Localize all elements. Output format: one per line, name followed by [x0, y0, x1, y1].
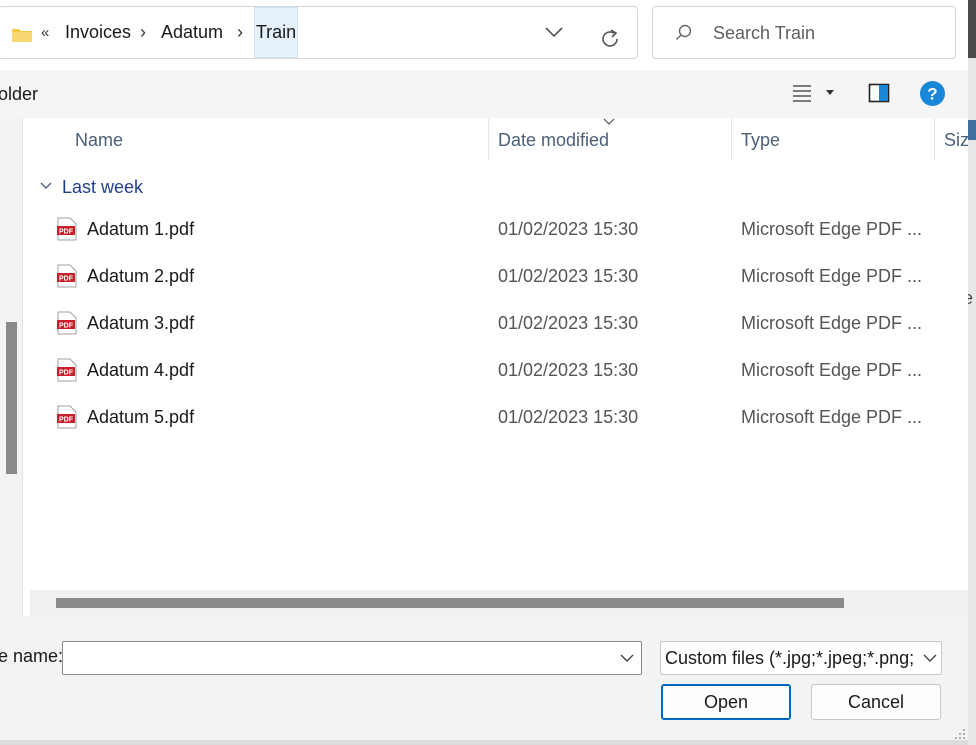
search-icon	[676, 24, 692, 40]
svg-text:PDF: PDF	[59, 276, 74, 283]
file-type: Microsoft Edge PDF ...	[741, 219, 923, 239]
window-edge	[968, 0, 976, 745]
breadcrumb-adatum[interactable]: Adatum	[161, 7, 223, 58]
breadcrumb-separator[interactable]: ›	[237, 7, 243, 58]
chevron-down-icon[interactable]	[544, 25, 564, 39]
command-bar: older	[0, 70, 968, 118]
file-date: 01/02/2023 15:30	[498, 266, 639, 286]
refresh-icon[interactable]	[599, 28, 621, 50]
file-name-input[interactable]	[62, 641, 642, 675]
cancel-button[interactable]: Cancel	[811, 684, 941, 720]
file-type: Microsoft Edge PDF ...	[741, 266, 923, 286]
pdf-file-icon: PDF	[57, 358, 77, 382]
file-type: Microsoft Edge PDF ...	[741, 313, 923, 333]
file-list: Name Date modified Type Siz Last week PD…	[30, 118, 968, 590]
file-row[interactable]: PDF Adatum 4.pdf 01/02/2023 15:30 Micros…	[30, 347, 968, 394]
column-header-date[interactable]: Date modified	[498, 118, 609, 160]
svg-text:PDF: PDF	[59, 323, 74, 330]
column-header-name[interactable]: Name	[75, 118, 123, 160]
window-bottom-border	[0, 740, 968, 745]
breadcrumb-train[interactable]: Train	[254, 7, 298, 58]
group-header[interactable]: Last week	[40, 176, 143, 198]
pdf-file-icon: PDF	[57, 264, 77, 288]
file-type: Microsoft Edge PDF ...	[741, 407, 923, 427]
file-date: 01/02/2023 15:30	[498, 219, 639, 239]
pdf-file-icon: PDF	[57, 311, 77, 335]
file-date: 01/02/2023 15:30	[498, 313, 639, 333]
group-label: Last week	[62, 177, 144, 197]
file-name: Adatum 1.pdf	[87, 219, 195, 239]
breadcrumb-invoices[interactable]: Invoices	[65, 7, 131, 58]
file-name-label: e name:	[0, 646, 64, 666]
column-separator[interactable]	[934, 118, 935, 160]
file-type-filter-select[interactable]: Custom files (*.jpg;*.jpeg;*.png;	[660, 641, 942, 675]
file-row[interactable]: PDF Adatum 3.pdf 01/02/2023 15:30 Micros…	[30, 300, 968, 347]
file-row[interactable]: PDF Adatum 5.pdf 01/02/2023 15:30 Micros…	[30, 394, 968, 441]
folder-icon	[12, 29, 32, 42]
column-header-size[interactable]: Siz	[944, 118, 968, 160]
address-bar[interactable]: « Invoices › Adatum › Train	[0, 6, 638, 59]
resize-grip-icon[interactable]	[954, 728, 966, 740]
file-name: Adatum 5.pdf	[87, 407, 195, 427]
caret-down-icon[interactable]	[825, 89, 835, 97]
navigation-scrollbar-thumb[interactable]	[6, 322, 17, 474]
pane-divider[interactable]	[22, 118, 30, 616]
pdf-file-icon: PDF	[57, 217, 77, 241]
file-name: Adatum 3.pdf	[87, 313, 195, 333]
dialog-footer: e name: Custom files (*.jpg;*.jpeg;*.png…	[0, 616, 968, 745]
file-row[interactable]: PDF Adatum 2.pdf 01/02/2023 15:30 Micros…	[30, 253, 968, 300]
svg-text:PDF: PDF	[59, 370, 74, 377]
svg-text:PDF: PDF	[59, 417, 74, 424]
pdf-file-icon: PDF	[57, 405, 77, 429]
address-toolbar: « Invoices › Adatum › Train Search Train	[0, 0, 968, 70]
help-icon[interactable]: ?	[919, 80, 946, 107]
breadcrumb-separator[interactable]: ›	[140, 7, 146, 58]
column-separator[interactable]	[488, 118, 489, 160]
file-date: 01/02/2023 15:30	[498, 407, 639, 427]
background-window	[968, 0, 976, 58]
horizontal-scrollbar-thumb[interactable]	[56, 598, 844, 608]
search-placeholder[interactable]: Search Train	[713, 7, 815, 60]
search-box[interactable]: Search Train	[652, 6, 956, 59]
chevron-down-icon[interactable]	[620, 654, 634, 663]
open-button[interactable]: Open	[661, 684, 791, 720]
file-name: Adatum 4.pdf	[87, 360, 195, 380]
svg-text:?: ?	[927, 85, 937, 104]
chevron-down-icon	[40, 182, 52, 189]
file-row[interactable]: PDF Adatum 1.pdf 01/02/2023 15:30 Micros…	[30, 206, 968, 253]
horizontal-scrollbar[interactable]	[30, 590, 968, 616]
view-list-icon[interactable]	[792, 84, 812, 102]
column-header-type[interactable]: Type	[741, 118, 780, 160]
svg-text:PDF: PDF	[59, 229, 74, 236]
background-window-accent	[968, 120, 976, 140]
file-date: 01/02/2023 15:30	[498, 360, 639, 380]
preview-pane-icon[interactable]	[868, 83, 890, 103]
file-name: Adatum 2.pdf	[87, 266, 195, 286]
new-folder-button[interactable]: older	[0, 70, 38, 118]
chevron-down-icon	[923, 654, 937, 662]
file-type: Microsoft Edge PDF ...	[741, 360, 923, 380]
column-separator[interactable]	[731, 118, 732, 160]
overflow-chevron[interactable]: «	[41, 7, 49, 58]
file-type-filter-value: Custom files (*.jpg;*.jpeg;*.png;	[665, 648, 915, 668]
